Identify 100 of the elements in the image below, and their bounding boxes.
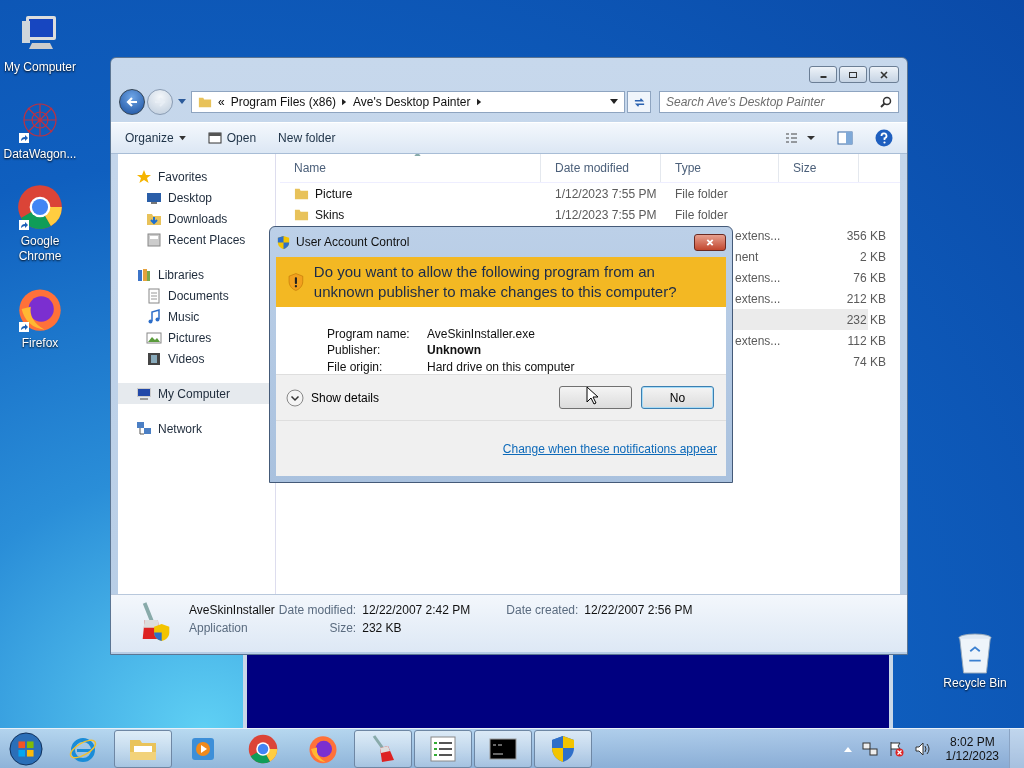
yes-button[interactable]	[559, 386, 632, 409]
type-cell: File folder	[675, 186, 728, 201]
navigation-item[interactable]: Recent Places	[118, 229, 275, 250]
search-field[interactable]: Search Ave's Desktop Painter	[659, 91, 899, 113]
navigation-item[interactable]: Libraries	[118, 264, 275, 285]
desktop-icon-label[interactable]: Recycle Bin	[936, 676, 1014, 691]
firefox-icon[interactable]	[308, 734, 338, 764]
close-icon	[879, 69, 889, 80]
field-value: Unknown	[427, 343, 482, 358]
recycle-bin-icon	[956, 632, 994, 676]
network-icon[interactable]	[861, 741, 878, 757]
arrow-left-icon	[125, 95, 139, 109]
type-cell: extens...	[735, 291, 781, 306]
field-value: Hard drive on this computer	[427, 359, 576, 374]
navigation-item[interactable]: Network	[118, 418, 275, 439]
column-header[interactable]: Date modified	[541, 154, 661, 182]
desktop-icon-label[interactable]: DataWagon...	[1, 147, 79, 162]
file-row[interactable]: Skins 1/12/2023 7:55 PM File folder	[280, 204, 868, 225]
type-cell: File folder	[675, 207, 728, 222]
desktop-icon-label[interactable]: Google Chrome	[1, 234, 79, 264]
field-label: File origin:	[327, 359, 384, 374]
toolbar-button[interactable]: Organize	[121, 129, 190, 147]
taskbar-button[interactable]	[414, 730, 472, 768]
navigation-item[interactable]: Downloads	[118, 208, 275, 229]
field-label: Program name:	[327, 327, 411, 342]
size-cell: 232 KB	[846, 312, 886, 327]
film-icon	[146, 350, 162, 367]
property-label: Date created:	[506, 603, 579, 617]
folder-icon	[198, 95, 212, 109]
navigation-item[interactable]: Documents	[118, 285, 275, 306]
desktop-icon-label[interactable]: My Computer	[1, 60, 79, 75]
property-value: 12/22/2007 2:42 PM	[362, 603, 471, 617]
field-value: AveSkinInstaller.exe	[427, 327, 536, 342]
dropdown-arrow-icon	[178, 135, 186, 141]
navigation-item[interactable]: Desktop	[118, 187, 275, 208]
dropdown-arrow-icon[interactable]	[610, 99, 618, 105]
type-cell: extens...	[735, 270, 781, 285]
folder-icon	[294, 186, 309, 201]
window-icon	[207, 131, 222, 145]
star-icon	[136, 168, 152, 185]
column-header[interactable]: Size	[779, 154, 859, 182]
navigation-item[interactable]: Videos	[118, 348, 275, 369]
chevron-right-icon[interactable]	[476, 98, 482, 106]
document-icon	[146, 287, 162, 304]
speaker-icon[interactable]	[913, 741, 930, 757]
close-button[interactable]	[869, 66, 899, 83]
type-cell: nent	[735, 249, 759, 264]
back-button[interactable]	[119, 89, 145, 115]
type-cell: extens...	[735, 228, 781, 243]
minimize-icon	[819, 76, 827, 78]
size-cell: 2 KB	[860, 249, 886, 264]
chrome-icon[interactable]	[248, 734, 278, 764]
search-icon	[880, 96, 892, 108]
list-icon[interactable]	[428, 734, 458, 764]
navigation-item[interactable]: Pictures	[118, 327, 275, 348]
date-cell: 1/12/2023 7:55 PM	[555, 186, 657, 201]
property-value: 232 KB	[362, 621, 403, 635]
recent-places-icon	[146, 231, 162, 248]
clock-time: 8:02 PM	[949, 735, 995, 749]
dialog-button[interactable]: No	[641, 386, 714, 409]
column-header[interactable]: Type	[661, 154, 779, 182]
size-cell: 112 KB	[847, 333, 886, 348]
file-type: Application	[189, 621, 249, 635]
breadcrumb-overflow[interactable]: «	[218, 95, 225, 109]
breadcrumb-item[interactable]: Ave's Desktop Painter	[353, 95, 471, 109]
notification-settings-link[interactable]: Change when these notifications appear	[502, 441, 717, 456]
address-bar[interactable]: « Program Files (x86) Ave's Desktop Painter	[191, 91, 625, 113]
picture-icon	[146, 329, 162, 346]
shield-icon	[276, 234, 291, 250]
chevron-right-icon[interactable]	[342, 98, 348, 106]
maximize-button[interactable]	[839, 66, 867, 83]
date-cell: 1/12/2023 7:55 PM	[555, 207, 657, 222]
folder-icon	[294, 207, 309, 222]
minimize-button[interactable]	[809, 66, 837, 83]
file-name: AveSkinInstaller	[189, 603, 275, 617]
toolbar-button[interactable]: Open	[203, 129, 261, 147]
type-cell: extens...	[735, 333, 781, 348]
clock-date: 1/12/2023	[945, 749, 999, 763]
taskbar-button[interactable]	[474, 730, 532, 768]
refresh-button[interactable]	[627, 91, 651, 113]
breadcrumb-item[interactable]: Program Files (x86)	[230, 95, 337, 109]
property-label: Size:	[329, 621, 357, 635]
show-details-button[interactable]: Show details	[286, 388, 380, 407]
size-cell: 356 KB	[846, 228, 886, 243]
close-icon	[705, 237, 715, 247]
toolbar-button[interactable]: New folder	[274, 129, 340, 147]
clock[interactable]: 8:02 PM 1/12/2023	[945, 735, 999, 763]
navigation-item[interactable]: Music	[118, 306, 275, 327]
navigation-item[interactable]: Favorites	[118, 166, 275, 187]
dialog-title: User Account Control	[296, 235, 410, 249]
size-cell: 76 KB	[853, 270, 886, 285]
mouse-cursor-icon	[586, 386, 598, 405]
computer-icon	[136, 385, 152, 402]
music-note-icon	[146, 308, 162, 325]
property-value: 12/22/2007 2:56 PM	[584, 603, 693, 617]
file-name: Skins	[315, 207, 345, 222]
close-button[interactable]	[694, 233, 726, 251]
file-row[interactable]: Picture 1/12/2023 7:55 PM File folder	[280, 183, 868, 204]
flag-with-x-icon[interactable]	[887, 741, 904, 757]
desktop-icon-label[interactable]: Firefox	[1, 336, 79, 351]
